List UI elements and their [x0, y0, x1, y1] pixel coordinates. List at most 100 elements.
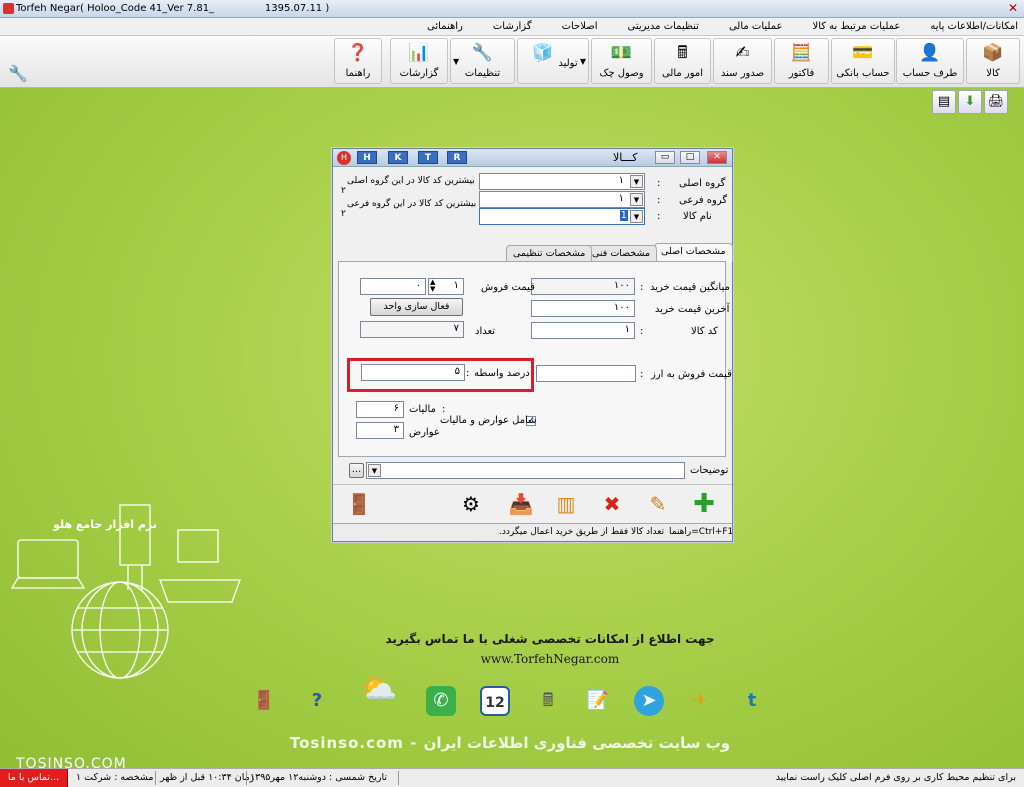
sell-price-spinner[interactable]: ۱ ▲ ▼	[428, 278, 464, 295]
max-code-sub-label: بیشترین کد کالا در این گروه فرعی	[347, 199, 477, 209]
reports-button[interactable]: 📊 گزارشات	[390, 38, 448, 84]
chevron-down-icon[interactable]: ▼	[630, 175, 643, 188]
hotkey-h-button[interactable]: H	[357, 151, 377, 164]
settings-gear-icon[interactable]: ⚙	[457, 491, 485, 517]
tax-label: مالیات	[409, 404, 436, 415]
description-field[interactable]: ▼	[366, 462, 685, 479]
watermark-text: Tosinso.com - وب سایت تخصصی فناوری اطلاع…	[289, 734, 731, 752]
last-buy-field[interactable]: ۱۰۰	[531, 300, 635, 317]
cheque-button[interactable]: 💵 وصول چک	[591, 38, 652, 84]
menu-item-base[interactable]: امکانات/اطلاعات پایه	[930, 21, 1018, 32]
illustration-caption: نرم افزار جامع هلو	[52, 518, 157, 531]
menu-item-reports[interactable]: گزارشات	[493, 21, 532, 32]
print-icon[interactable]: 🖨	[984, 90, 1008, 114]
calculator-icon[interactable]: 🖩	[533, 686, 563, 716]
commission-field[interactable]: ۵	[361, 364, 465, 381]
contact-us-button[interactable]: تماس با ما...	[0, 769, 68, 787]
tab-settings-specs[interactable]: مشخصات تنظیمی	[506, 245, 593, 262]
dialog-status-bar: راهنما=Ctrl+F1 تعداد کالا فقط از طریق خر…	[333, 523, 732, 541]
production-button[interactable]: 🧊 تولید ▼	[517, 38, 589, 84]
download-arrow-icon[interactable]: ⬇	[958, 90, 982, 114]
edit-icon[interactable]: ✎	[644, 491, 672, 517]
colon: :	[657, 178, 661, 189]
menu-item-fix[interactable]: اصلاحات	[562, 21, 598, 32]
tab-technical-specs[interactable]: مشخصات فنی	[585, 245, 658, 262]
delete-all-icon[interactable]: ▥	[552, 491, 580, 517]
bank-icon: 💳	[852, 43, 874, 63]
settings-button[interactable]: 🔧 تنظیمات ▼	[450, 38, 515, 84]
dialog-title: کـــالا	[613, 151, 638, 164]
torfeh-logo-icon[interactable]: t	[737, 686, 767, 716]
duty-field[interactable]: ۳	[356, 422, 404, 439]
chevron-down-icon[interactable]: ▼	[630, 193, 643, 206]
menu-item-help[interactable]: راهنمائی	[427, 21, 463, 32]
colon: :	[657, 211, 661, 222]
avg-buy-label: میانگین قیمت خرید	[650, 282, 730, 293]
chevron-down-icon[interactable]: ▼	[580, 57, 586, 66]
phone-icon[interactable]: ✆	[426, 686, 456, 716]
max-code-main-label: بیشترین کد کالا در این گروه اصلی	[347, 176, 475, 186]
menu-item-finance[interactable]: عملیات مالی	[729, 21, 783, 32]
close-icon[interactable]: ✕	[707, 151, 727, 164]
status-message: تعداد کالا فقط از طریق خرید اعمال میگردد…	[499, 527, 665, 537]
hotkey-t-button[interactable]: T	[418, 151, 438, 164]
app-title: Torfeh Negar( Holoo_Code 41_Ver 7.81_ 13…	[16, 3, 330, 14]
help-icon[interactable]: ?	[302, 686, 332, 716]
item-code-field[interactable]: ۱	[531, 322, 635, 339]
hotkey-r-button[interactable]: R	[447, 151, 467, 164]
box-icon: 📦	[982, 43, 1004, 63]
menu-bar: امکانات/اطلاعات پایه عملیات مرتبط به کال…	[0, 18, 1024, 36]
chevron-down-icon[interactable]: ▼	[368, 464, 381, 477]
spinner-arrows-icon[interactable]: ▲ ▼	[430, 279, 435, 293]
group-main-select[interactable]: ▼ ۱	[479, 173, 645, 190]
chevron-down-icon[interactable]: ▼	[630, 210, 643, 223]
goods-button[interactable]: 📦 کالا	[966, 38, 1020, 84]
add-icon[interactable]: ✚	[690, 491, 718, 517]
maximize-icon[interactable]: □	[680, 151, 700, 164]
count-field: ۷	[360, 321, 464, 338]
wrench-icon[interactable]: 🔧	[8, 64, 28, 83]
help-button[interactable]: ❓ راهنما	[334, 38, 382, 84]
notepad-icon[interactable]: 📝	[583, 686, 613, 716]
duty-label: عوارض	[409, 427, 440, 438]
minimize-icon[interactable]: ▭	[655, 151, 675, 164]
bank-account-button[interactable]: 💳 حساب بانکی	[831, 38, 895, 84]
chevron-down-icon[interactable]: ▼	[453, 57, 459, 66]
plane-icon[interactable]: ✈	[685, 686, 715, 716]
image-tool-icon[interactable]: ▤	[932, 90, 956, 114]
colon: :	[640, 282, 644, 293]
tab-main-specs[interactable]: مشخصات اصلی	[654, 243, 733, 262]
website-link[interactable]: www.TorfehNegar.com	[280, 652, 820, 666]
more-button[interactable]: …	[349, 463, 364, 478]
account-party-button[interactable]: 👤 طرف حساب	[896, 38, 964, 84]
exit-icon[interactable]: 🚪	[345, 491, 373, 517]
time-status: زمان ۱۰:۳۴ قبل از ظهر	[160, 772, 255, 783]
group-sub-select[interactable]: ▼ ۱	[479, 191, 645, 208]
holoo-illustration: نرم افزار جامع هلو	[10, 504, 241, 679]
currency-price-field[interactable]	[536, 365, 636, 382]
activate-unit-button[interactable]: فعال سازی واحد	[370, 298, 463, 316]
exit-icon[interactable]: 🚪	[249, 686, 279, 716]
delete-icon[interactable]: ✖	[598, 491, 626, 517]
finance-button[interactable]: 🖩 امور مالی	[654, 38, 711, 84]
import-icon[interactable]: 📥	[507, 491, 535, 517]
telegram-icon[interactable]: ➤	[634, 686, 664, 716]
menu-item-admin[interactable]: تنظیمات مدیریتی	[627, 21, 698, 32]
cheque-icon: 💵	[610, 43, 633, 63]
invoice-button[interactable]: 🧮 فاکتور	[774, 38, 829, 84]
divider	[155, 771, 156, 785]
item-name-select[interactable]: ▼ 1	[479, 208, 645, 225]
item-name-value: 1	[619, 210, 628, 221]
tax-field[interactable]: ۶	[356, 401, 404, 418]
sell-price-field[interactable]: ۰	[360, 278, 426, 295]
calendar-icon[interactable]: 12	[480, 686, 510, 716]
colon: :	[657, 195, 661, 206]
hotkey-k-button[interactable]: K	[388, 151, 408, 164]
close-icon[interactable]: ✕	[1008, 1, 1018, 15]
group-sub-value: ۱	[618, 193, 624, 204]
user-icon: 👤	[919, 43, 941, 63]
voucher-button[interactable]: ✍ صدور سند	[713, 38, 772, 84]
menu-item-goods[interactable]: عملیات مرتبط به کالا	[812, 21, 900, 32]
weather-icon[interactable]: ⛅	[358, 674, 400, 716]
colon: :	[640, 369, 644, 380]
